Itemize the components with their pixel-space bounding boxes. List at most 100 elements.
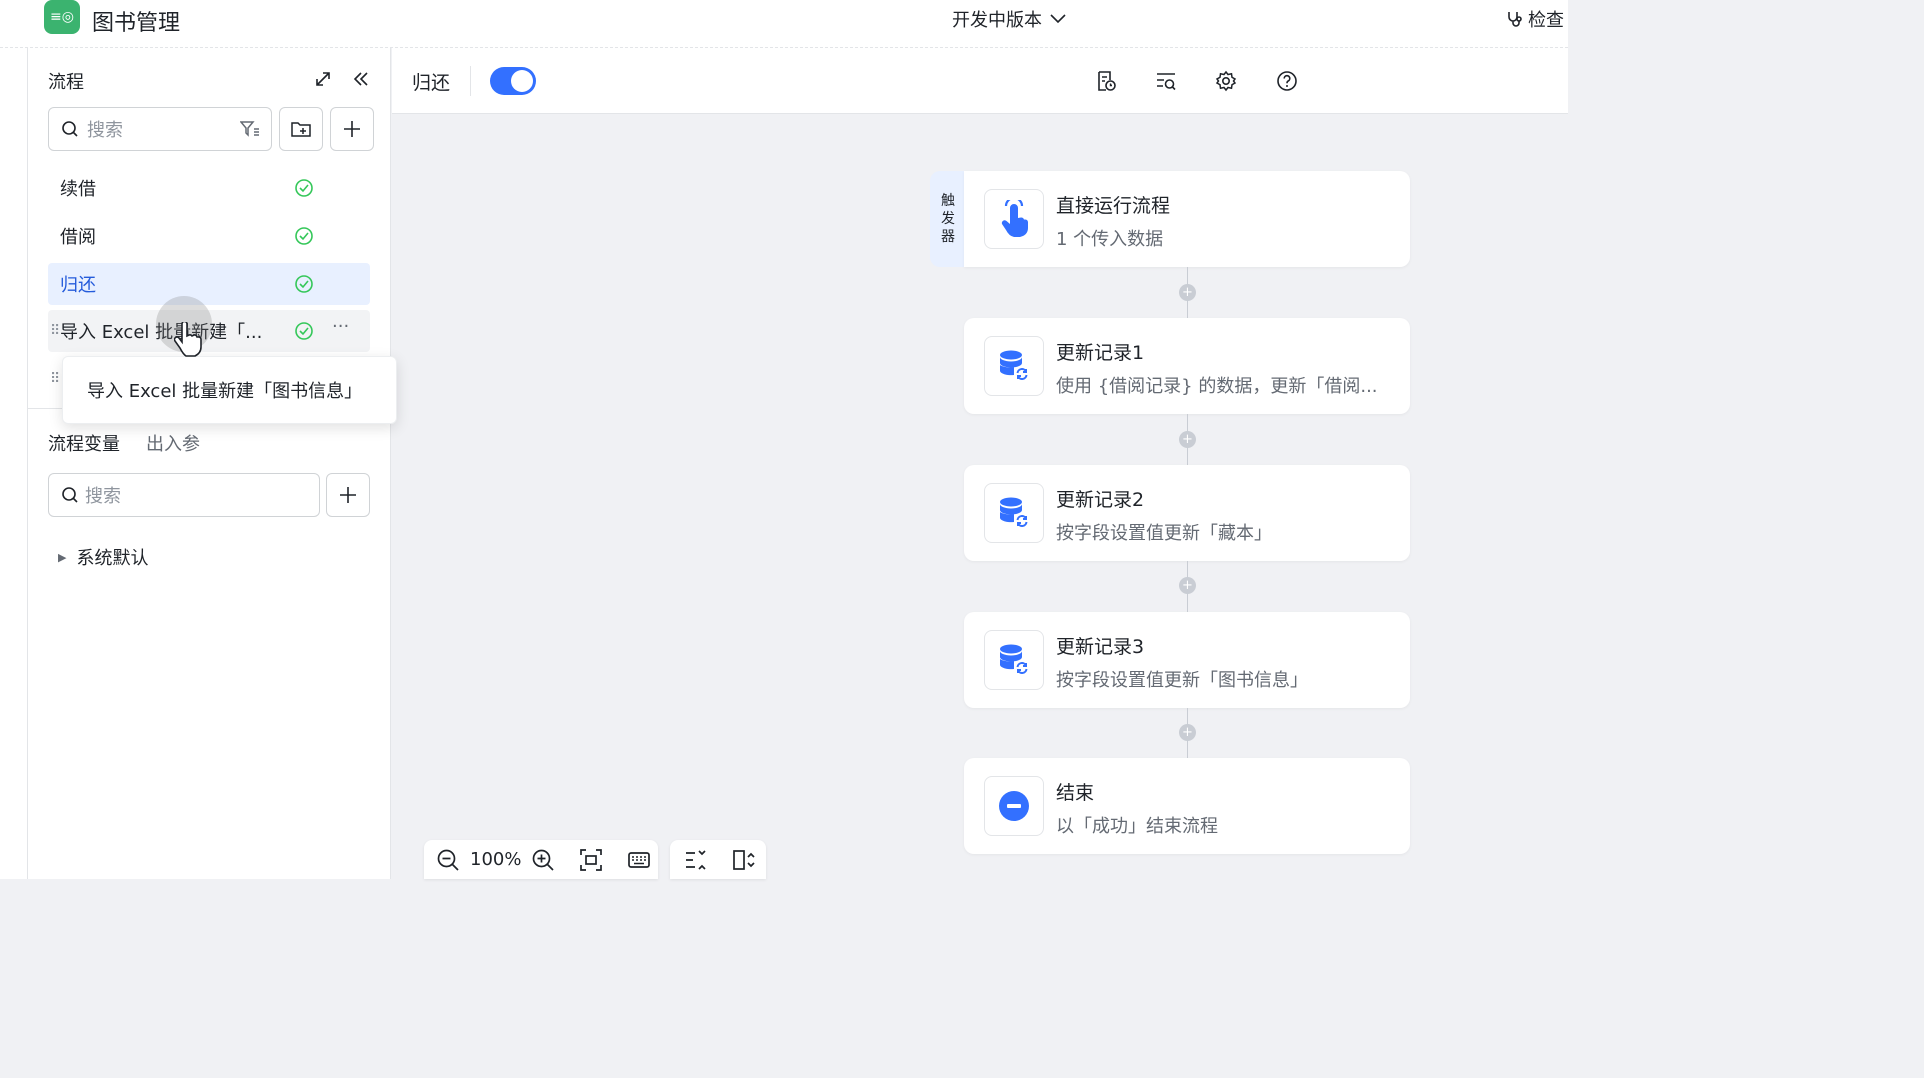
trigger-tag-char: 触	[941, 193, 955, 209]
collapse-sidebar-icon[interactable]	[352, 70, 370, 88]
variable-tabs: 流程变量 出入参	[48, 430, 200, 456]
flow-item[interactable]: 续借	[48, 167, 370, 209]
chevron-down-icon	[1050, 14, 1066, 24]
plus-icon	[340, 487, 356, 503]
node-subtitle: 1 个传入数据	[1056, 229, 1164, 250]
update-record-node[interactable]: 更新记录2 按字段设置值更新「藏本」	[964, 465, 1410, 561]
app-logo-icon: ≡◎	[44, 0, 80, 34]
node-icon-box	[984, 630, 1044, 690]
fit-view-icon[interactable]	[579, 848, 603, 872]
flow-name-tooltip: 导入 Excel 批量新建「图书信息」	[62, 356, 397, 424]
gear-icon[interactable]	[1215, 70, 1237, 92]
canvas-header: 归还	[392, 48, 1568, 114]
run-log-icon[interactable]	[1095, 70, 1117, 92]
add-variable-button[interactable]	[326, 473, 370, 517]
flow-item-active[interactable]: 归还	[48, 263, 370, 305]
node-title: 直接运行流程	[1056, 195, 1171, 217]
add-node-button[interactable]: +	[1179, 431, 1196, 448]
header-divider	[470, 66, 471, 96]
node-subtitle: 按字段设置值更新「图书信息」	[1056, 670, 1308, 691]
flow-item-label: 续借	[60, 179, 96, 200]
node-subtitle: 使用 {借阅记录} 的数据，更新「借阅...	[1056, 376, 1378, 397]
node-icon-box	[984, 483, 1044, 543]
check-circle-icon	[295, 322, 313, 340]
node-subtitle: 按字段设置值更新「藏本」	[1056, 523, 1272, 544]
drag-handle-icon[interactable]: ⠿	[50, 371, 60, 387]
help-icon[interactable]	[1276, 70, 1298, 92]
zoom-toolbar: 100%	[424, 840, 658, 879]
plus-icon	[344, 121, 360, 137]
node-icon-box	[984, 336, 1044, 396]
update-record-node[interactable]: 更新记录3 按字段设置值更新「图书信息」	[964, 612, 1410, 708]
drag-handle-icon[interactable]: ⠿	[50, 323, 60, 339]
rail-item[interactable]: ▕	[0, 362, 8, 376]
search-placeholder: 搜索	[87, 120, 123, 141]
update-record-node[interactable]: 更新记录1 使用 {借阅记录} 的数据，更新「借阅...	[964, 318, 1410, 414]
add-node-button[interactable]: +	[1179, 724, 1196, 741]
trigger-tag-char: 器	[941, 229, 955, 245]
search-placeholder: 搜索	[85, 486, 121, 507]
flow-enabled-toggle[interactable]	[490, 67, 536, 95]
folder-add-icon	[291, 122, 311, 137]
hand-cursor-icon	[174, 322, 202, 357]
check-circle-icon	[295, 275, 313, 293]
search-icon	[62, 487, 78, 503]
stethoscope-icon	[1508, 12, 1522, 27]
node-title: 结束	[1056, 782, 1095, 804]
tab-flow-variables[interactable]: 流程变量	[48, 430, 120, 456]
rail-item[interactable]: ▕	[0, 190, 8, 204]
database-update-icon	[1000, 497, 1030, 529]
rail-item[interactable]: ▕	[0, 620, 8, 634]
sidebar-title: 流程	[48, 72, 84, 93]
add-node-button[interactable]: +	[1179, 577, 1196, 594]
tree-item-label: 系统默认	[76, 548, 149, 569]
flow-sidebar: 流程 搜索 续借 借阅 归还 ⠿ 导入 Excel 批量新建「... ··· ⠿…	[28, 48, 391, 879]
version-dropdown[interactable]: 开发中版本	[952, 6, 1066, 32]
search-icon	[62, 121, 78, 137]
add-flow-button[interactable]	[330, 107, 374, 151]
collapse-all-icon[interactable]	[732, 848, 756, 872]
node-icon-box	[984, 189, 1044, 249]
node-title: 更新记录2	[1056, 489, 1145, 511]
caret-right-icon: ▶	[58, 550, 67, 564]
filter-icon[interactable]	[240, 120, 260, 138]
left-rail: ▕ ▕ ▕ ▕ ▕ ▕ ▕	[0, 48, 28, 879]
end-icon	[999, 791, 1029, 821]
search-list-icon[interactable]	[1155, 70, 1177, 92]
check-circle-icon	[295, 227, 313, 245]
flow-item[interactable]: 借阅	[48, 215, 370, 257]
more-icon[interactable]: ···	[332, 316, 349, 337]
database-update-icon	[1000, 350, 1030, 382]
rail-item[interactable]: ▕	[0, 104, 8, 118]
zoom-level[interactable]: 100%	[470, 849, 521, 870]
inspect-label: 检查	[1528, 10, 1564, 31]
node-icon-box	[984, 776, 1044, 836]
inspect-button[interactable]: 检查	[1506, 6, 1564, 32]
node-subtitle: 以「成功」结束流程	[1056, 816, 1218, 837]
keyboard-icon[interactable]	[627, 848, 651, 872]
trigger-node[interactable]: 直接运行流程 1 个传入数据	[964, 171, 1410, 267]
node-title: 更新记录1	[1056, 342, 1145, 364]
auto-layout-icon[interactable]	[684, 848, 708, 872]
rail-item[interactable]: ▕	[0, 448, 8, 462]
top-bar: ≡◎ 图书管理 开发中版本 检查	[0, 0, 1568, 48]
rail-item[interactable]: ▕	[0, 534, 8, 548]
variable-search-input[interactable]: 搜索	[48, 473, 320, 517]
layout-toolbar	[670, 840, 766, 879]
trigger-tag: 触 发 器	[930, 171, 966, 267]
zoom-in-icon[interactable]	[531, 848, 555, 872]
toggle-knob	[511, 70, 533, 92]
flow-canvas[interactable]: 触 发 器 直接运行流程 1 个传入数据 + 更新记录1 使用 {借阅记录} 的…	[392, 114, 1568, 879]
add-node-button[interactable]: +	[1179, 284, 1196, 301]
app-title: 图书管理	[92, 11, 181, 36]
trigger-tag-char: 发	[941, 211, 955, 227]
end-node[interactable]: 结束 以「成功」结束流程	[964, 758, 1410, 854]
expand-icon[interactable]	[314, 70, 332, 88]
flow-search-input[interactable]: 搜索	[48, 107, 272, 151]
tree-item-system-default[interactable]: ▶ 系统默认	[58, 544, 148, 570]
tooltip-text: 导入 Excel 批量新建「图书信息」	[87, 381, 363, 402]
zoom-out-icon[interactable]	[436, 848, 460, 872]
rail-item[interactable]: ▕	[0, 274, 8, 288]
new-folder-button[interactable]	[279, 107, 323, 151]
tab-io-params[interactable]: 出入参	[146, 430, 200, 456]
